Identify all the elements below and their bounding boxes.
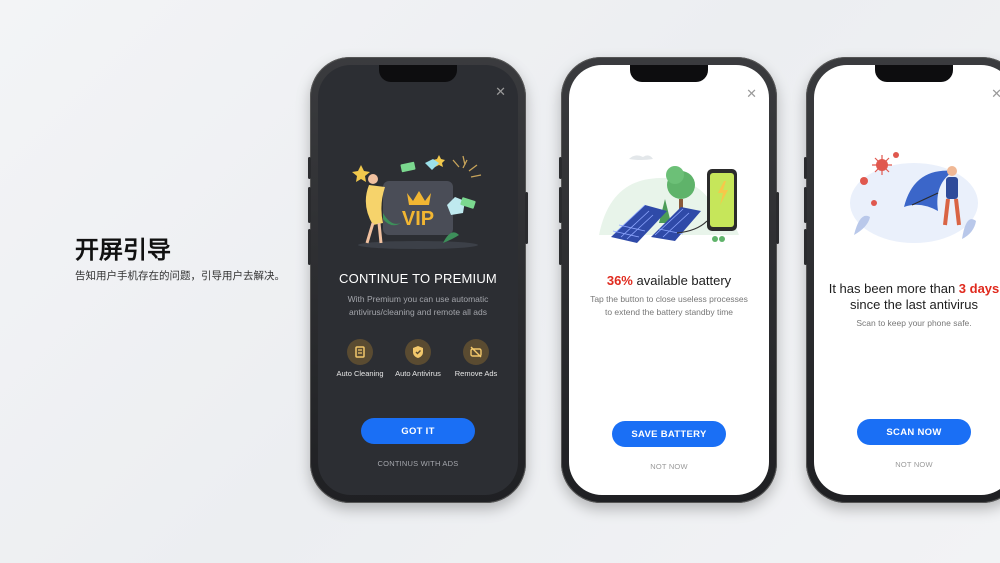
days-count: 3 days <box>958 281 1000 296</box>
phone-antivirus: ✕ It has been more than 3 days since the… <box>804 57 1000 503</box>
phone-side-button <box>559 157 562 179</box>
close-icon[interactable]: ✕ <box>495 85 506 98</box>
phone-side-button <box>308 157 311 179</box>
phone-side-button <box>776 192 779 244</box>
not-now-link[interactable]: NOT NOW <box>814 460 1000 469</box>
phone-side-button <box>804 187 807 223</box>
battery-screen: ✕ 36% available battery Tap the button t… <box>569 65 769 495</box>
antivirus-description: Scan to keep your phone safe. <box>856 318 972 328</box>
phone-battery: ✕ 36% available battery Tap the button t… <box>559 57 779 503</box>
antivirus-illustration <box>814 147 1000 257</box>
phone-side-button <box>525 192 528 244</box>
battery-description: Tap the button to close useless processe… <box>590 294 748 317</box>
antivirus-title-text: since the last antivirus <box>850 297 978 312</box>
phone-side-button <box>308 229 311 265</box>
phone-side-button <box>559 187 562 223</box>
premium-title: CONTINUE TO PREMIUM <box>339 271 497 286</box>
battery-title-text: available battery <box>632 273 732 288</box>
scan-now-button[interactable]: SCAN NOW <box>857 419 971 445</box>
feature-list: Auto Cleaning Auto Antivirus Remove Ads <box>336 339 500 378</box>
antivirus-title-text: It has been more than <box>828 281 959 296</box>
no-ads-icon <box>463 339 489 365</box>
notch <box>875 65 953 82</box>
notch <box>379 65 457 82</box>
continue-with-ads-link[interactable]: CONTINUS WITH ADS <box>318 459 518 468</box>
shield-icon <box>405 339 431 365</box>
feature-remove-ads: Remove Ads <box>452 339 500 378</box>
feature-auto-cleaning: Auto Cleaning <box>336 339 384 378</box>
feature-label: Auto Cleaning <box>336 369 384 378</box>
save-battery-button[interactable]: SAVE BATTERY <box>612 421 726 447</box>
phone-side-button <box>804 229 807 265</box>
solar-battery-illustration <box>569 145 769 255</box>
battery-title: 36% available battery <box>575 273 763 289</box>
phone-side-button <box>559 229 562 265</box>
phone-premium: ✕ VIP CONTINUE TO PREMIUM With Premium y… <box>308 57 528 503</box>
close-icon[interactable]: ✕ <box>991 87 1000 100</box>
notch <box>630 65 708 82</box>
vip-illustration: VIP <box>318 143 518 253</box>
page-title: 开屏引导 <box>75 236 171 264</box>
battery-percent: 36% <box>606 273 633 288</box>
close-icon[interactable]: ✕ <box>746 87 757 100</box>
phone-side-button <box>804 157 807 179</box>
premium-screen: ✕ VIP CONTINUE TO PREMIUM With Premium y… <box>318 65 518 495</box>
antivirus-title: It has been more than 3 days since the l… <box>820 281 1000 313</box>
vip-badge: VIP <box>402 208 434 230</box>
got-it-button[interactable]: GOT IT <box>361 418 475 444</box>
feature-label: Auto Antivirus <box>395 369 441 378</box>
feature-label: Remove Ads <box>454 369 498 378</box>
page-subtitle: 告知用户手机存在的问题，引导用户去解决。 <box>75 270 285 282</box>
antivirus-screen: ✕ It has been more than 3 days since the… <box>814 65 1000 495</box>
phone-side-button <box>308 187 311 223</box>
premium-description: With Premium you can use automatic antiv… <box>347 294 489 317</box>
broom-icon <box>347 339 373 365</box>
not-now-link[interactable]: NOT NOW <box>569 462 769 471</box>
feature-auto-antivirus: Auto Antivirus <box>394 339 442 378</box>
